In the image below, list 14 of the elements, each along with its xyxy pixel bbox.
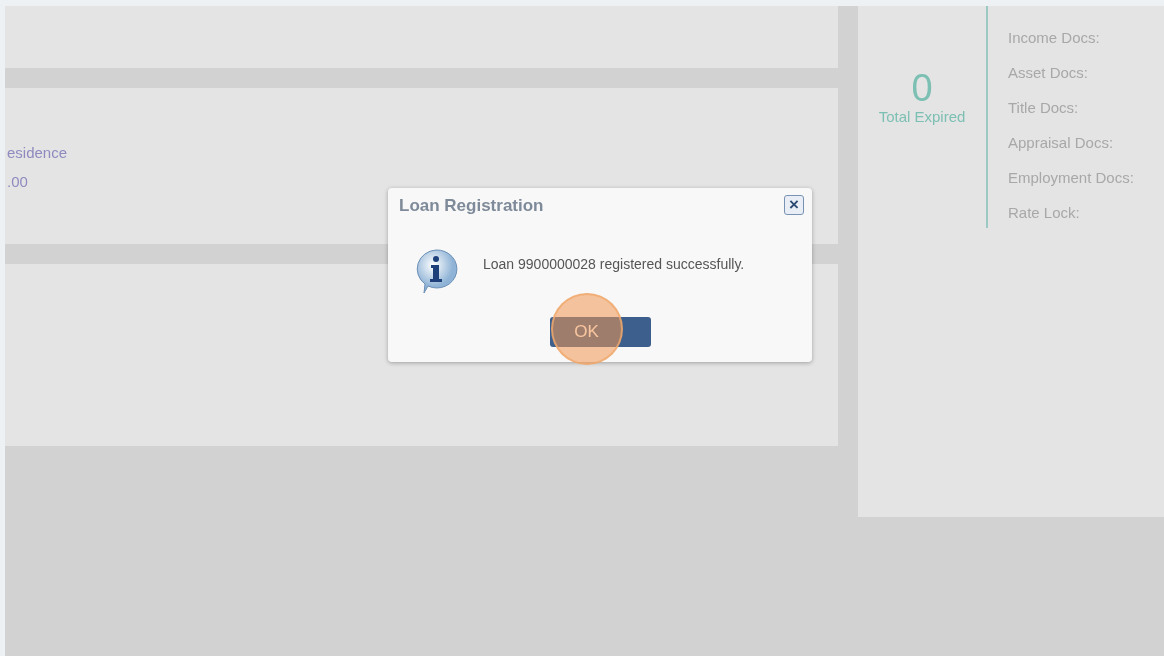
field-value: esidence (7, 143, 68, 163)
field-value: .00 (7, 172, 28, 192)
doc-label: Title Docs: (1008, 98, 1080, 118)
expired-label: Total Expired (878, 108, 966, 125)
dialog-message: Loan 9900000028 registered successfully. (483, 256, 745, 272)
doc-label: Asset Docs: (1008, 63, 1090, 83)
expired-count: 0 (911, 68, 933, 108)
doc-label: Income Docs: (1008, 28, 1101, 48)
dialog-title: Loan Registration (399, 196, 544, 216)
close-button[interactable]: × (784, 195, 804, 215)
doc-label: Rate Lock: (1008, 203, 1081, 223)
doc-label: Appraisal Docs: (1008, 133, 1115, 153)
info-icon (414, 248, 460, 294)
doc-label: Employment Docs: (1008, 168, 1134, 188)
